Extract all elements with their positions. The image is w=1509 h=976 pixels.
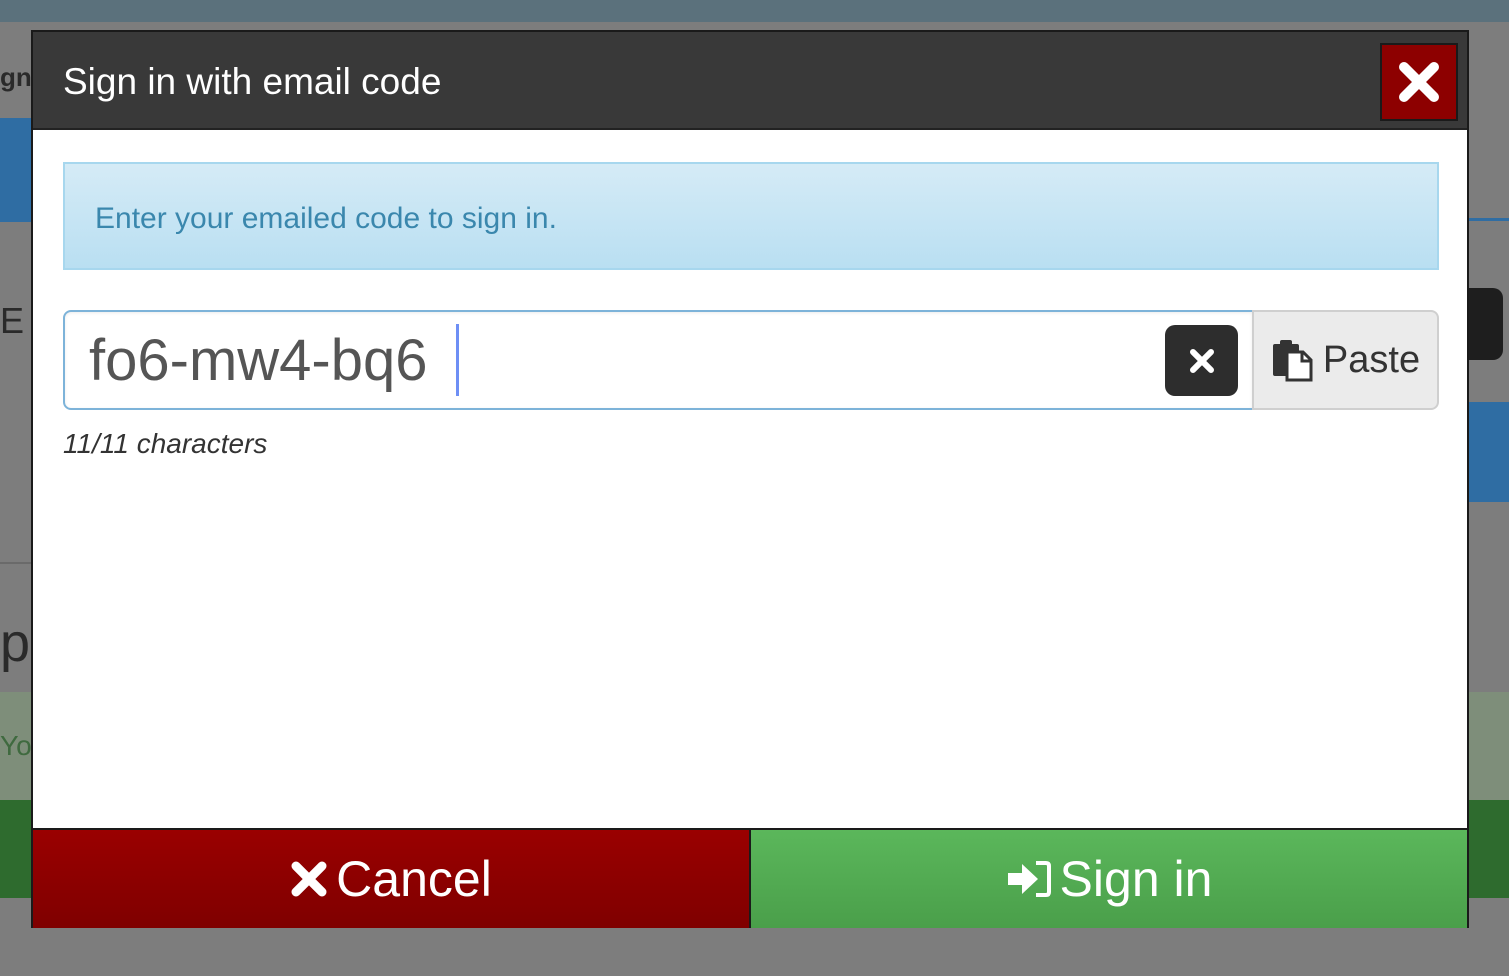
info-message: Enter your emailed code to sign in. [95, 202, 557, 235]
dialog-footer: Cancel Sign in [33, 828, 1467, 928]
paste-button[interactable]: Paste [1252, 310, 1439, 410]
background-blue-band-right [1469, 402, 1509, 502]
background-blue-line-right [1469, 218, 1509, 221]
info-alert: Enter your emailed code to sign in. [63, 162, 1439, 270]
sign-in-icon [1006, 859, 1052, 899]
cancel-button[interactable]: Cancel [33, 830, 751, 928]
email-code-dialog: Sign in with email code Enter your email… [31, 30, 1469, 928]
character-count: 11/11 characters [63, 428, 268, 459]
background-green-bar-left [0, 800, 31, 898]
dialog-header: Sign in with email code [33, 32, 1467, 130]
sign-in-label: Sign in [1059, 851, 1213, 907]
cancel-label: Cancel [336, 851, 492, 907]
background-green-alert-right [1469, 692, 1509, 800]
dialog-title: Sign in with email code [63, 61, 442, 102]
x-icon [290, 860, 328, 898]
clear-icon [1187, 346, 1217, 376]
code-input-group: Paste [63, 310, 1439, 410]
close-dialog-button[interactable] [1380, 43, 1458, 121]
background-text-fragment: Yo [0, 730, 32, 761]
clipboard-icon [1271, 338, 1313, 382]
background-divider-left [0, 562, 31, 564]
paste-label: Paste [1322, 338, 1421, 381]
clear-input-button[interactable] [1165, 325, 1238, 396]
email-code-input[interactable] [63, 310, 1254, 410]
background-dark-button-right [1469, 288, 1503, 360]
background-blue-band-left [0, 118, 31, 222]
close-icon [1396, 59, 1442, 105]
background-text-fragment: p [0, 613, 31, 673]
sign-in-button[interactable]: Sign in [751, 830, 1467, 928]
background-topbar [0, 0, 1509, 22]
text-caret [456, 324, 459, 396]
background-text-fragment: E [0, 300, 25, 341]
background-text-fragment: gn [0, 62, 32, 92]
background-green-bar-right [1469, 800, 1509, 898]
